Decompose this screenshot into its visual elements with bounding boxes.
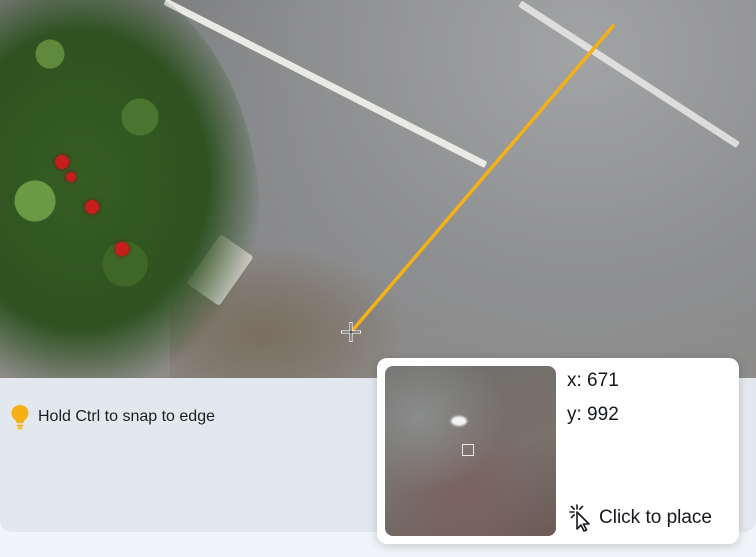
click-cursor-icon [569,504,590,532]
image-canvas[interactable] [0,0,756,378]
measurement-line[interactable] [349,24,615,334]
loupe-target-marker [462,444,474,456]
click-to-place-label: Click to place [599,507,712,528]
loupe-highlight [451,416,467,426]
magnifier-loupe [385,366,556,536]
hint-text: Hold Ctrl to snap to edge [38,408,215,425]
lightbulb-icon [11,405,29,430]
measurement-overlay [341,24,615,342]
x-coordinate: x: 671 [567,370,619,391]
click-to-place-hint: Click to place [567,504,712,532]
snap-hint: Hold Ctrl to snap to edge [10,404,215,430]
magnifier-popup: x: 671 y: 992 Click to place [377,358,739,544]
y-coordinate: y: 992 [567,404,619,425]
